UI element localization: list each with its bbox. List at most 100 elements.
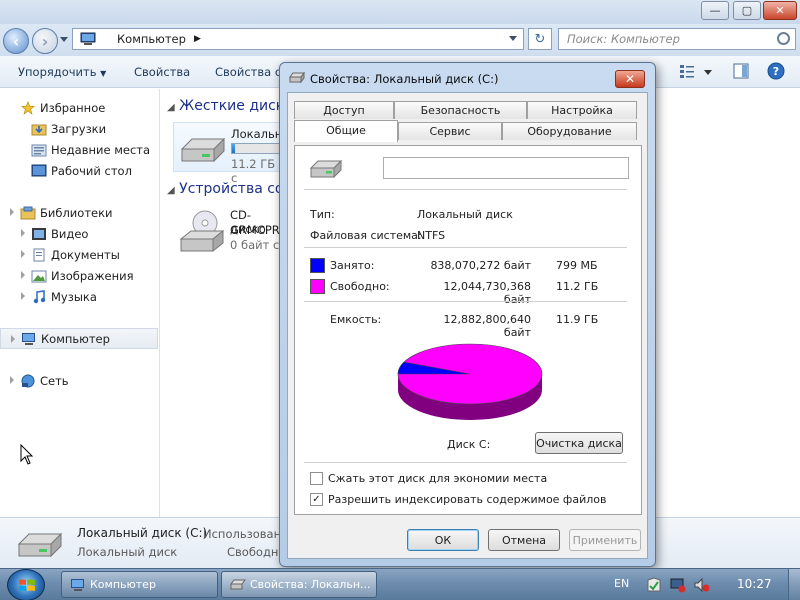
tab-general[interactable]: Общие [294,120,398,142]
documents-icon [33,248,45,261]
nav-documents[interactable]: Документы [0,244,158,265]
nav-desktop[interactable]: Рабочий стол [0,160,158,181]
expand-arrow-icon[interactable] [21,292,25,300]
compress-checkbox[interactable] [310,472,323,485]
group-devices[interactable]: ◢ Устройства со [167,181,284,197]
view-options-icon[interactable] [678,62,696,80]
refresh-button[interactable]: ↻ [528,28,552,50]
cancel-button[interactable]: Отмена [488,529,560,551]
taskbar-item-explorer[interactable]: Компьютер [61,571,218,598]
clock[interactable]: 10:27 [737,577,772,591]
action-center-icon[interactable] [646,577,662,593]
disk-usage-pie-chart [397,343,543,420]
nav-computer[interactable]: Компьютер [0,328,158,349]
properties-button[interactable]: Свойства [134,65,190,79]
organize-button[interactable]: Упорядочить ▼ [18,65,106,79]
nav-music-label: Музыка [51,289,97,304]
nav-video[interactable]: Видео [0,223,158,244]
back-button[interactable]: ‹ [3,28,29,54]
index-label: Разрешить индексировать содержимое файло… [328,493,607,506]
used-color-swatch [310,258,325,273]
nav-downloads-label: Загрузки [51,121,107,136]
explorer-titlebar: — ▢ ✕ [0,0,800,24]
expand-arrow-icon[interactable] [21,271,25,279]
nav-network-label: Сеть [40,373,69,388]
search-input[interactable]: Поиск: Компьютер [558,28,796,50]
forward-button[interactable]: › [32,28,58,54]
tab-security[interactable]: Безопасность [394,101,527,119]
hard-drive-icon [17,532,63,558]
group-hard-drives[interactable]: ◢ Жесткие диски [167,98,293,114]
start-button[interactable] [7,569,45,600]
disk-name-input[interactable] [383,157,629,179]
free-color-swatch [310,279,325,294]
help-icon[interactable]: ? [767,62,785,80]
group-devices-label: Устройства со [179,181,284,197]
disk-cleanup-button[interactable]: Очистка диска [535,432,623,454]
index-checkbox[interactable]: ✓ [310,493,323,506]
system-properties-button[interactable]: Свойства си [215,65,289,79]
expand-arrow-icon[interactable] [10,376,14,384]
ok-button[interactable]: ОК [407,529,479,551]
free-bytes: 12,044,730,368 байт [443,280,531,306]
used-bytes: 838,070,272 байт [430,259,531,272]
language-indicator[interactable]: EN [614,577,629,590]
minimize-button[interactable]: — [701,1,729,20]
tab-sharing[interactable]: Доступ [294,101,394,119]
recent-places-icon [31,144,47,156]
local-disk-tile[interactable]: Локальн 11.2 ГБ с [173,122,283,185]
show-desktop-button[interactable] [788,569,800,600]
music-icon [33,289,46,303]
close-button[interactable]: ✕ [763,1,797,20]
recent-pages-chevron-icon[interactable] [60,37,68,42]
cd-drive-tile[interactable]: CD-диско GRMCPR 0 байт с [173,205,283,259]
nav-libraries[interactable]: Библиотеки [0,202,158,223]
expand-arrow-icon[interactable] [10,208,14,216]
general-panel: Тип: Локальный диск Файловая система: NT… [294,145,642,515]
nav-downloads[interactable]: Загрузки [0,118,158,139]
address-path: Компьютер [117,32,186,46]
breadcrumb-arrow-icon[interactable]: ▶ [194,34,201,44]
nav-recent[interactable]: Недавние места [0,139,158,160]
dialog-close-button[interactable]: ✕ [615,70,645,88]
tab-hardware[interactable]: Оборудование [502,122,637,140]
volume-muted-icon[interactable] [694,577,710,593]
computer-icon [22,332,35,345]
libraries-icon [20,206,36,219]
nav-music[interactable]: Музыка [0,286,158,307]
desktop-icon [31,164,47,176]
nav-network[interactable]: Сеть [0,370,158,391]
preview-pane-icon[interactable] [732,62,750,80]
collapse-icon: ◢ [167,185,175,196]
tab-tools[interactable]: Сервис [398,122,502,140]
nav-video-label: Видео [51,226,89,241]
address-bar[interactable]: Компьютер ▶ [72,28,524,50]
mouse-cursor-icon [20,444,34,465]
cd-drive-free: 0 байт с [230,238,280,252]
network-status-icon[interactable] [670,577,686,593]
separator [304,189,627,190]
computer-icon [71,579,84,591]
local-disk-usage-bar [231,143,281,154]
nav-libraries-label: Библиотеки [40,205,113,220]
expand-arrow-icon[interactable] [21,229,25,237]
nav-images[interactable]: Изображения [0,265,158,286]
expand-arrow-icon[interactable] [21,250,25,258]
expand-arrow-icon[interactable] [11,335,15,343]
capacity-label: Емкость: [330,313,382,326]
filesystem-value: NTFS [417,229,446,242]
maximize-button[interactable]: ▢ [733,1,761,20]
separator [304,247,627,248]
used-label: Занято: [330,259,375,272]
collapse-icon: ◢ [167,102,175,113]
address-dropdown-icon[interactable] [509,36,517,41]
used-size: 799 МБ [556,259,598,272]
apply-button[interactable]: Применить [569,529,641,551]
tab-customize[interactable]: Настройка [527,101,637,119]
disk-label: Диск С: [447,438,491,451]
taskbar-item-properties[interactable]: Свойства: Локальн... [221,571,377,598]
type-label: Тип: [310,208,335,221]
star-icon [21,100,35,115]
view-dropdown-icon[interactable] [704,70,712,75]
nav-favorites[interactable]: Избранное [0,97,158,118]
